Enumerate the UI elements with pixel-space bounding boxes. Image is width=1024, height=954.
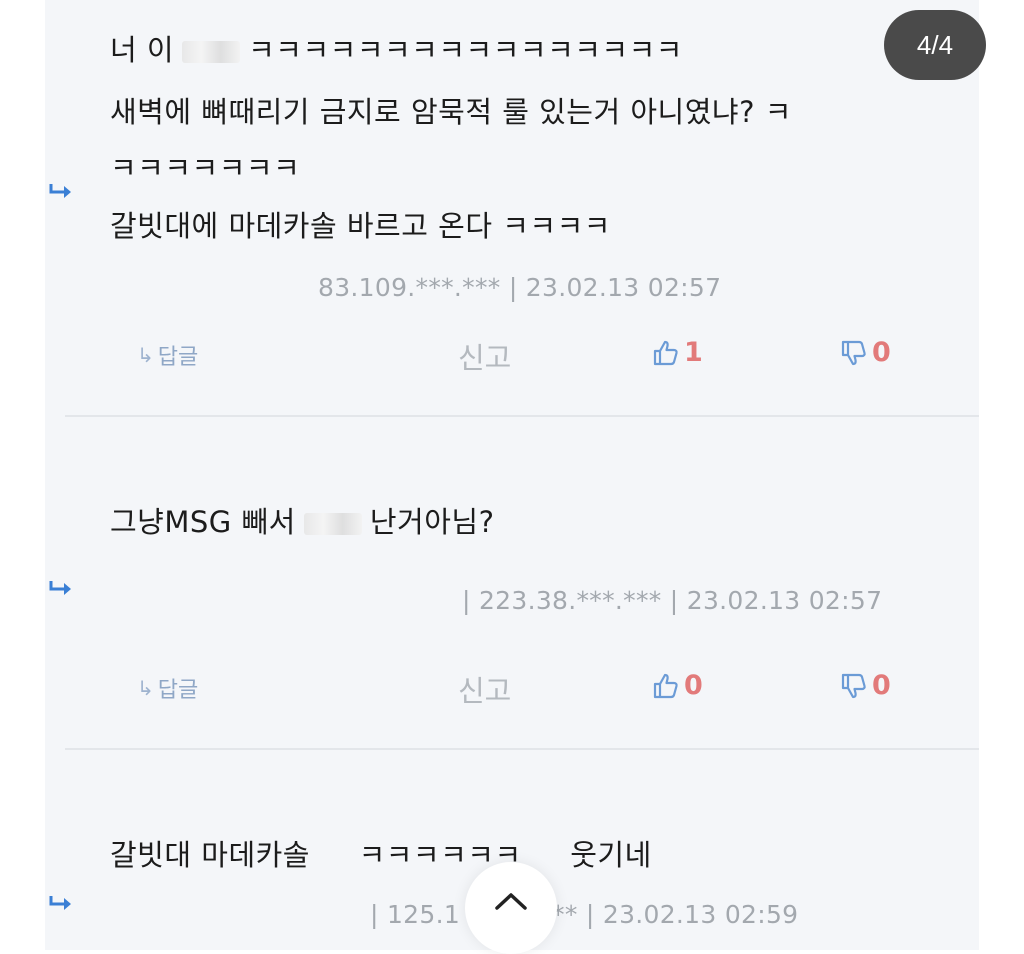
thumbs-down-icon bbox=[838, 338, 868, 368]
reply-arrow-icon bbox=[48, 577, 74, 599]
thumbs-up-icon bbox=[650, 671, 680, 701]
scroll-to-top-button[interactable] bbox=[465, 862, 557, 954]
comment-meta: | 223.38.***.*** | 23.02.13 02:57 bbox=[462, 586, 883, 615]
comment-divider bbox=[65, 415, 979, 417]
dislike-count: 0 bbox=[872, 337, 891, 368]
comment-list-panel bbox=[45, 0, 979, 950]
reply-button[interactable]: ↳ 답글 bbox=[137, 672, 198, 704]
like-button[interactable]: 0 bbox=[650, 670, 703, 701]
report-button[interactable]: 신고 bbox=[458, 668, 511, 710]
comment-text-line: ㅋㅋㅋㅋㅋㅋㅋ bbox=[110, 151, 301, 185]
dislike-count: 0 bbox=[872, 670, 891, 701]
chevron-up-icon bbox=[495, 893, 527, 910]
comment-action-row: ↳ 답글 신고 1 0 bbox=[0, 335, 1024, 375]
comment-divider bbox=[65, 748, 979, 750]
reply-label: 답글 bbox=[157, 345, 199, 370]
censor-blur bbox=[303, 513, 362, 535]
report-button[interactable]: 신고 bbox=[458, 335, 511, 377]
dislike-button[interactable]: 0 bbox=[838, 337, 891, 368]
comment-text-line: 새벽에 뼈때리기 금지로 암묵적 룰 있는거 아니였냐? ㅋ bbox=[110, 95, 792, 129]
censor-blur bbox=[182, 41, 241, 63]
reply-arrow-icon bbox=[48, 892, 74, 914]
thumbs-up-icon bbox=[650, 338, 680, 368]
like-button[interactable]: 1 bbox=[650, 337, 703, 368]
like-count: 1 bbox=[684, 337, 703, 368]
reply-hook-icon: ↳ bbox=[137, 343, 154, 367]
comment-text-line: 갈빗대 마데카솔 ㅋㅋㅋㅋㅋㅋ 웃기네 bbox=[110, 838, 652, 872]
reply-label: 답글 bbox=[157, 678, 199, 703]
reply-arrow-icon bbox=[48, 180, 74, 202]
reply-button[interactable]: ↳ 답글 bbox=[137, 339, 198, 371]
comment-text-line: 그냥MSG 빼서 난거아님? bbox=[110, 505, 495, 539]
like-count: 0 bbox=[684, 670, 703, 701]
thumbs-down-icon bbox=[838, 671, 868, 701]
dislike-button[interactable]: 0 bbox=[838, 670, 891, 701]
comment-meta: | 125.1 ** | 23.02.13 02:59 bbox=[370, 900, 799, 929]
comment-text-line: 너 이 ㅋㅋㅋㅋㅋㅋㅋㅋㅋㅋㅋㅋㅋㅋㅋㅋ bbox=[110, 33, 683, 67]
reply-hook-icon: ↳ bbox=[137, 676, 154, 700]
comment-meta: 83.109.***.*** | 23.02.13 02:57 bbox=[318, 273, 722, 302]
comment-action-row: ↳ 답글 신고 0 0 bbox=[0, 668, 1024, 708]
comment-text-line: 갈빗대에 마데카솔 바르고 온다 ㅋㅋㅋㅋ bbox=[110, 209, 611, 243]
page-indicator: 4/4 bbox=[884, 10, 986, 80]
